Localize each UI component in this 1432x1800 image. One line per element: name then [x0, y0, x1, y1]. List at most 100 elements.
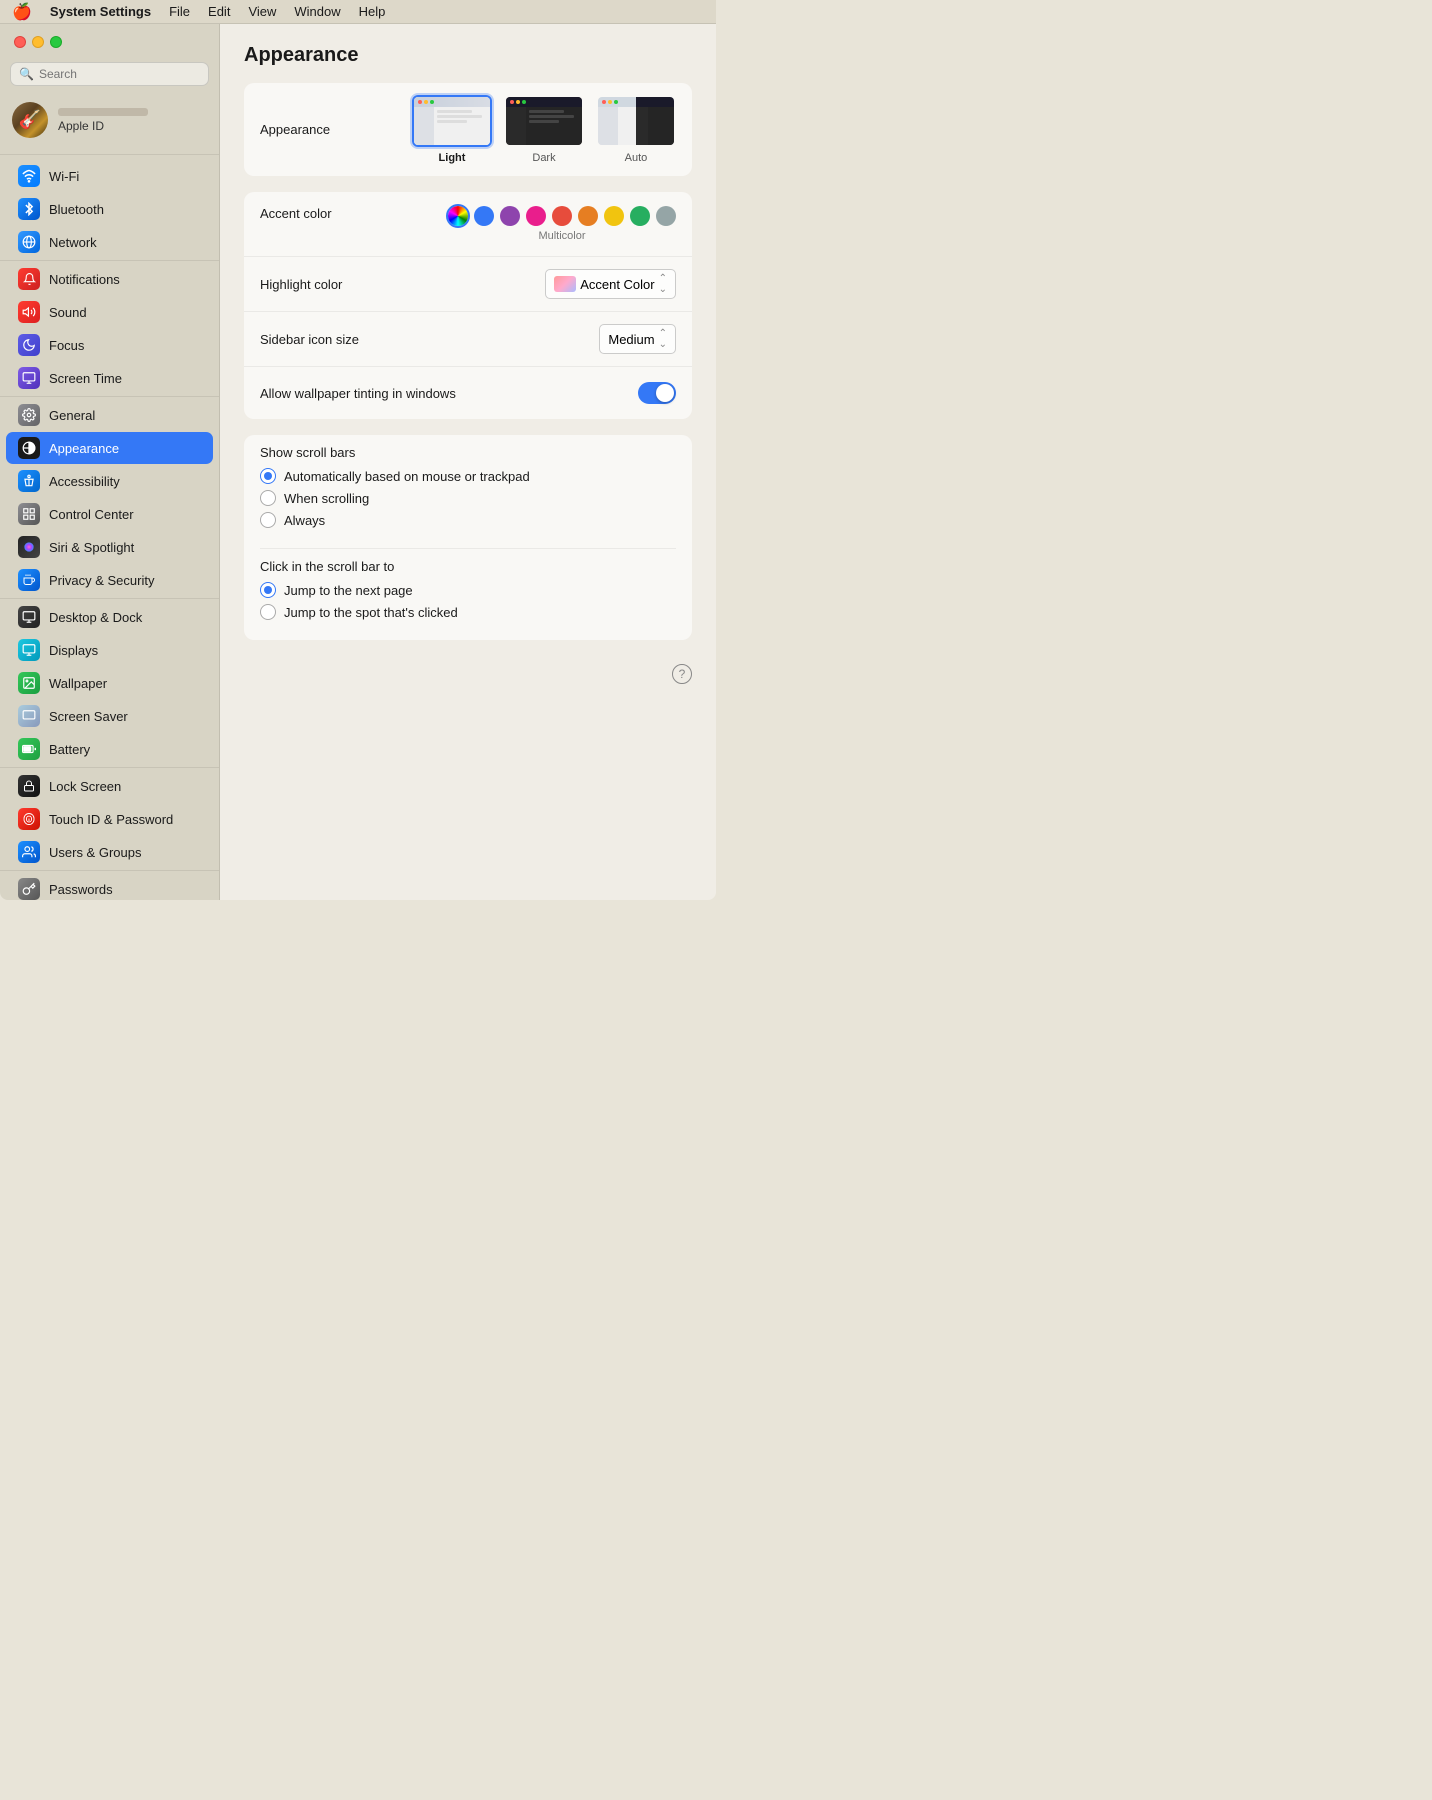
menu-edit[interactable]: Edit — [208, 4, 230, 19]
scrollbars-group: Show scroll bars Automatically based on … — [244, 435, 692, 548]
privacy-icon — [18, 569, 40, 591]
sidebar-item-lockscreen[interactable]: Lock Screen — [6, 770, 213, 802]
accent-blue[interactable] — [474, 206, 494, 226]
apple-menu[interactable]: 🍎 — [12, 2, 32, 22]
accent-green[interactable] — [630, 206, 650, 226]
main-window: 🔍 Apple ID W — [0, 24, 716, 900]
sidebar-item-touchid[interactable]: Touch ID & Password — [6, 803, 213, 835]
appearance-option-dark[interactable]: Dark — [504, 95, 584, 164]
scrollbar-always-radio[interactable] — [260, 512, 276, 528]
bluetooth-label: Bluetooth — [49, 202, 104, 217]
accent-pink[interactable] — [526, 206, 546, 226]
help-button[interactable]: ? — [672, 664, 692, 684]
sidebar: 🔍 Apple ID W — [0, 24, 220, 900]
scrollbar-auto-radio[interactable] — [260, 468, 276, 484]
wallpaper-tinting-row: Allow wallpaper tinting in windows — [244, 367, 692, 419]
accent-orange[interactable] — [578, 206, 598, 226]
wallpaper-tinting-label: Allow wallpaper tinting in windows — [260, 386, 638, 401]
scrollbar-auto-label: Automatically based on mouse or trackpad — [284, 469, 530, 484]
highlight-color-value: Accent Color — [580, 277, 654, 292]
displays-label: Displays — [49, 643, 98, 658]
scrollbar-auto-option[interactable]: Automatically based on mouse or trackpad — [260, 468, 676, 484]
sidebar-item-battery[interactable]: Battery — [6, 733, 213, 765]
sidebar-item-screensaver[interactable]: Screen Saver — [6, 700, 213, 732]
appearance-option-light[interactable]: Light — [412, 95, 492, 164]
menu-help[interactable]: Help — [359, 4, 386, 19]
maximize-button[interactable] — [50, 36, 62, 48]
accent-colors-group: Multicolor — [448, 206, 676, 242]
click-nextpage-label: Jump to the next page — [284, 583, 413, 598]
scrollbars-title: Show scroll bars — [260, 445, 676, 460]
page-title: Appearance — [244, 44, 692, 67]
wallpaper-icon — [18, 672, 40, 694]
sidebar-item-notifications[interactable]: Notifications — [6, 263, 213, 295]
menu-window[interactable]: Window — [294, 4, 340, 19]
wallpaper-label: Wallpaper — [49, 676, 107, 691]
lockscreen-label: Lock Screen — [49, 779, 121, 794]
sidebar-divider-3 — [0, 598, 219, 599]
sidebar-item-sound[interactable]: Sound — [6, 296, 213, 328]
privacy-label: Privacy & Security — [49, 573, 154, 588]
sidebar-item-privacy[interactable]: Privacy & Security — [6, 564, 213, 596]
touchid-label: Touch ID & Password — [49, 812, 173, 827]
apple-id-section[interactable]: Apple ID — [0, 94, 219, 148]
sidebar-item-siri[interactable]: Siri & Spotlight — [6, 531, 213, 563]
notifications-label: Notifications — [49, 272, 120, 287]
accent-multicolor[interactable] — [448, 206, 468, 226]
appearance-picker: Light — [412, 95, 676, 164]
accent-yellow[interactable] — [604, 206, 624, 226]
sidebar-item-passwords[interactable]: Passwords — [6, 873, 213, 900]
click-spot-option[interactable]: Jump to the spot that's clicked — [260, 604, 676, 620]
app-name[interactable]: System Settings — [50, 4, 151, 19]
sidebar-item-appearance[interactable]: Appearance — [6, 432, 213, 464]
appearance-sidebar-icon — [18, 437, 40, 459]
accent-graphite[interactable] — [656, 206, 676, 226]
scrollbar-scrolling-radio[interactable] — [260, 490, 276, 506]
sidebar-item-focus[interactable]: Focus — [6, 329, 213, 361]
sidebar-divider-top — [0, 154, 219, 155]
search-box[interactable]: 🔍 — [10, 62, 209, 86]
sidebar-item-screentime[interactable]: Screen Time — [6, 362, 213, 394]
accessibility-label: Accessibility — [49, 474, 120, 489]
sidebar-item-controlcenter[interactable]: Control Center — [6, 498, 213, 530]
sound-label: Sound — [49, 305, 87, 320]
sidebar-item-general[interactable]: General — [6, 399, 213, 431]
menu-file[interactable]: File — [169, 4, 190, 19]
sidebar-item-bluetooth[interactable]: Bluetooth — [6, 193, 213, 225]
sidebar-item-users[interactable]: Users & Groups — [6, 836, 213, 868]
click-spot-radio[interactable] — [260, 604, 276, 620]
scrollbar-scrolling-option[interactable]: When scrolling — [260, 490, 676, 506]
sidebar-divider-1 — [0, 260, 219, 261]
click-nextpage-radio[interactable] — [260, 582, 276, 598]
sidebar-item-wifi[interactable]: Wi-Fi — [6, 160, 213, 192]
scrollbar-always-option[interactable]: Always — [260, 512, 676, 528]
sidebar-icon-size-row: Sidebar icon size Medium ⌃⌄ — [244, 312, 692, 367]
click-spot-label: Jump to the spot that's clicked — [284, 605, 458, 620]
lockscreen-icon — [18, 775, 40, 797]
minimize-button[interactable] — [32, 36, 44, 48]
siri-icon — [18, 536, 40, 558]
highlight-color-select[interactable]: Accent Color ⌃⌄ — [545, 269, 676, 299]
search-icon: 🔍 — [19, 67, 34, 81]
highlight-color-control[interactable]: Accent Color ⌃⌄ — [545, 269, 676, 299]
close-button[interactable] — [14, 36, 26, 48]
accent-purple[interactable] — [500, 206, 520, 226]
appearance-options: Light — [412, 95, 676, 164]
siri-label: Siri & Spotlight — [49, 540, 134, 555]
sidebar-item-desktop[interactable]: Desktop & Dock — [6, 601, 213, 633]
wallpaper-tinting-toggle[interactable] — [638, 382, 676, 404]
menu-view[interactable]: View — [248, 4, 276, 19]
sidebar-item-displays[interactable]: Displays — [6, 634, 213, 666]
accent-selected-label: Multicolor — [538, 230, 585, 242]
notifications-icon — [18, 268, 40, 290]
appearance-row: Appearance — [244, 83, 692, 176]
search-input[interactable] — [39, 67, 200, 81]
sidebar-item-network[interactable]: Network — [6, 226, 213, 258]
sidebar-icon-size-select[interactable]: Medium ⌃⌄ — [599, 324, 676, 354]
click-nextpage-option[interactable]: Jump to the next page — [260, 582, 676, 598]
sidebar-item-wallpaper[interactable]: Wallpaper — [6, 667, 213, 699]
sidebar-item-accessibility[interactable]: Accessibility — [6, 465, 213, 497]
sidebar-icon-size-control[interactable]: Medium ⌃⌄ — [599, 324, 676, 354]
appearance-option-auto[interactable]: Auto — [596, 95, 676, 164]
accent-red[interactable] — [552, 206, 572, 226]
